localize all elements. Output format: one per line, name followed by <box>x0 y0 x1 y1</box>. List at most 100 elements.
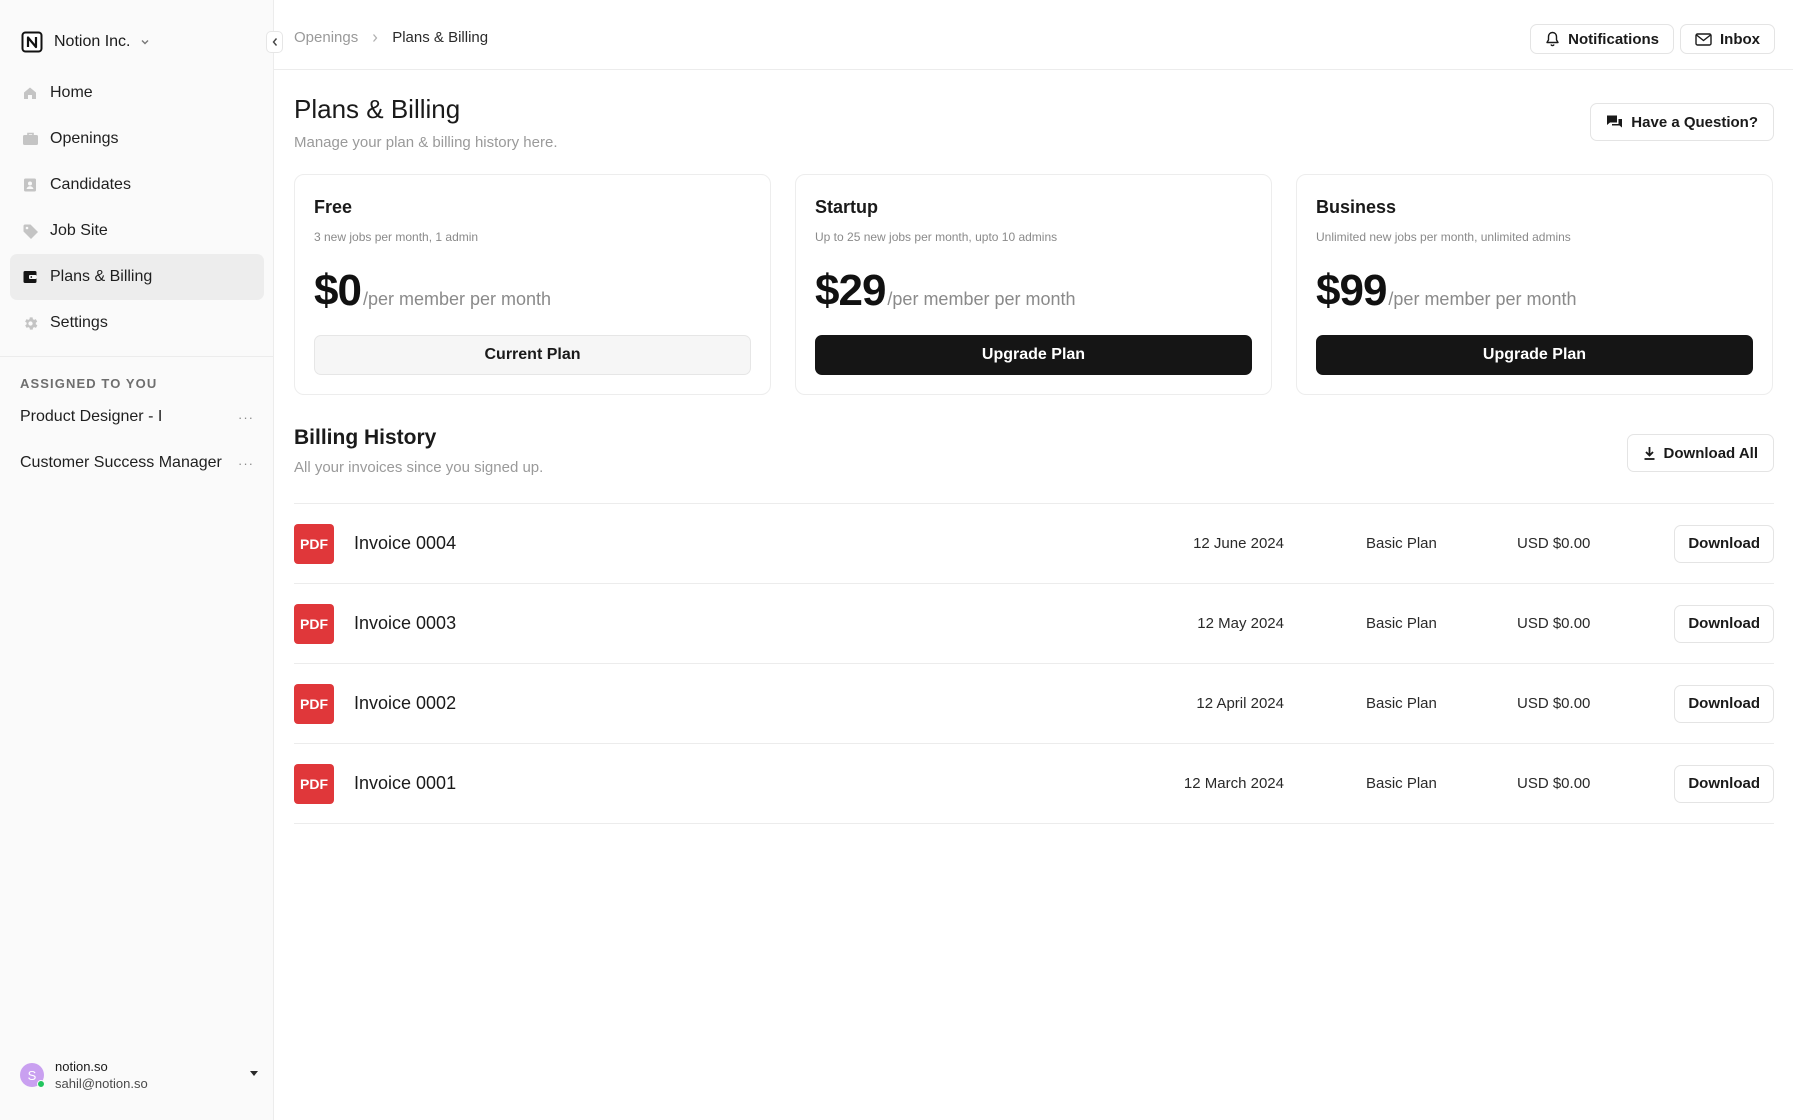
invoice-date: 12 March 2024 <box>1183 775 1284 792</box>
sidebar-item-label: Plans & Billing <box>50 268 153 285</box>
invoice-amount: USD $0.00 <box>1517 535 1591 552</box>
download-icon <box>1644 446 1655 460</box>
avatar: S <box>20 1063 45 1088</box>
plan-description: Up to 25 new jobs per month, upto 10 adm… <box>815 230 1058 244</box>
pdf-file-icon: PDF <box>294 523 334 564</box>
home-icon <box>21 84 39 102</box>
plans-section: Free 3 new jobs per month, 1 admin $0 /p… <box>294 174 1774 395</box>
assigned-item-customer-success[interactable]: Customer Success Manager ··· <box>10 440 264 486</box>
collapse-sidebar-button[interactable] <box>266 31 283 53</box>
plan-name: Business <box>1316 197 1397 217</box>
notion-logo-icon <box>21 31 43 53</box>
plan-description: 3 new jobs per month, 1 admin <box>314 230 479 244</box>
plan-price-unit: /per member per month <box>887 289 1076 309</box>
invoice-plan: Basic Plan <box>1366 695 1437 712</box>
table-row: PDF Invoice 0001 12 March 2024 Basic Pla… <box>294 744 1774 824</box>
inbox-label: Inbox <box>1720 30 1760 48</box>
page-title: Plans & Billing <box>294 94 461 124</box>
invoice-name: Invoice 0002 <box>354 693 457 713</box>
sidebar-item-openings[interactable]: Openings <box>10 116 264 162</box>
wallet-icon <box>21 268 39 286</box>
caret-down-icon[interactable] <box>248 1067 260 1079</box>
invoice-date: 12 June 2024 <box>1193 535 1284 552</box>
plan-price-unit: /per member per month <box>1388 289 1577 309</box>
invoice-name: Invoice 0003 <box>354 613 457 633</box>
invoice-list: PDF Invoice 0004 12 June 2024 Basic Plan… <box>294 503 1774 824</box>
assigned-section-title: ASSIGNED TO YOU <box>20 376 158 391</box>
plan-name: Startup <box>815 197 878 217</box>
invoice-amount: USD $0.00 <box>1517 695 1591 712</box>
invoice-plan: Basic Plan <box>1366 615 1437 632</box>
plan-name: Free <box>314 197 353 217</box>
sidebar-item-plans-billing[interactable]: Plans & Billing <box>10 254 264 300</box>
online-status-dot <box>37 1080 45 1088</box>
notifications-label: Notifications <box>1568 30 1659 48</box>
workspace-name: Notion Inc. <box>54 33 131 50</box>
topbar: Openings Plans & Billing Notifications I… <box>274 0 1793 70</box>
sidebar-item-settings[interactable]: Settings <box>10 300 264 346</box>
assigned-list: Product Designer - I ··· Customer Succes… <box>10 394 264 486</box>
page-subtitle: Manage your plan & billing history here. <box>294 134 558 151</box>
sidebar-item-candidates[interactable]: Candidates <box>10 162 264 208</box>
invoice-plan: Basic Plan <box>1366 775 1437 792</box>
user-profile[interactable]: S notion.so sahil@notion.so <box>20 1058 260 1092</box>
assigned-item-label: Customer Success Manager <box>20 454 222 471</box>
have-a-question-button[interactable]: Have a Question? <box>1590 103 1774 141</box>
sidebar: Notion Inc. Home Openings Candidates Job… <box>0 0 274 1120</box>
sidebar-item-job-site[interactable]: Job Site <box>10 208 264 254</box>
download-invoice-button[interactable]: Download <box>1674 684 1774 723</box>
upgrade-plan-button[interactable]: Upgrade Plan <box>1316 335 1753 375</box>
chevron-right-icon <box>373 33 378 42</box>
more-options-icon[interactable]: ··· <box>238 456 254 471</box>
user-email: sahil@notion.so <box>55 1076 148 1091</box>
sidebar-item-label: Openings <box>50 130 119 147</box>
download-invoice-button[interactable]: Download <box>1674 524 1774 563</box>
sidebar-divider <box>0 356 274 357</box>
workspace-switcher[interactable]: Notion Inc. <box>20 28 150 56</box>
plan-card-business: Business Unlimited new jobs per month, u… <box>1296 174 1773 395</box>
table-row: PDF Invoice 0004 12 June 2024 Basic Plan… <box>294 504 1774 584</box>
more-options-icon[interactable]: ··· <box>238 410 254 425</box>
plan-card-startup: Startup Up to 25 new jobs per month, upt… <box>795 174 1272 395</box>
breadcrumb-openings-link[interactable]: Openings <box>294 29 358 46</box>
briefcase-icon <box>21 130 39 148</box>
pdf-file-icon: PDF <box>294 683 334 724</box>
plan-price-row: $0 /per member per month <box>314 266 751 316</box>
chevron-down-icon <box>141 40 149 45</box>
sidebar-item-label: Settings <box>50 314 108 331</box>
assigned-item-product-designer[interactable]: Product Designer - I ··· <box>10 394 264 440</box>
download-all-label: Download All <box>1663 444 1758 462</box>
user-info: notion.so sahil@notion.so <box>55 1058 148 1092</box>
chevron-left-icon <box>272 38 277 46</box>
breadcrumb: Openings Plans & Billing <box>294 29 488 46</box>
bell-icon <box>1546 31 1559 47</box>
download-invoice-button[interactable]: Download <box>1674 604 1774 643</box>
plan-price-unit: /per member per month <box>362 289 552 309</box>
upgrade-plan-button[interactable]: Upgrade Plan <box>815 335 1252 375</box>
sidebar-item-label: Candidates <box>50 176 131 193</box>
invoice-date: 12 April 2024 <box>1196 695 1284 712</box>
invoice-name: Invoice 0001 <box>354 773 457 793</box>
invoice-name: Invoice 0004 <box>354 533 457 553</box>
table-row: PDF Invoice 0003 12 May 2024 Basic Plan … <box>294 584 1774 664</box>
plan-description: Unlimited new jobs per month, unlimited … <box>1316 230 1571 244</box>
plan-card-free: Free 3 new jobs per month, 1 admin $0 /p… <box>294 174 771 395</box>
plan-price-row: $29 /per member per month <box>815 266 1252 316</box>
chat-bubbles-icon <box>1607 115 1623 128</box>
inbox-button[interactable]: Inbox <box>1680 24 1775 54</box>
invoice-amount: USD $0.00 <box>1517 615 1591 632</box>
user-name: notion.so <box>55 1059 108 1074</box>
assigned-item-label: Product Designer - I <box>20 408 163 425</box>
current-plan-button[interactable]: Current Plan <box>314 335 751 375</box>
download-invoice-button[interactable]: Download <box>1674 764 1774 803</box>
sidebar-nav: Home Openings Candidates Job Site Plans … <box>10 70 264 346</box>
gear-icon <box>21 314 39 332</box>
sidebar-item-label: Job Site <box>50 222 108 239</box>
plan-price-row: $99 /per member per month <box>1316 266 1753 316</box>
top-actions: Notifications Inbox <box>1530 24 1775 54</box>
sidebar-item-home[interactable]: Home <box>10 70 264 116</box>
tag-icon <box>21 222 39 240</box>
billing-history-title: Billing History <box>294 426 437 449</box>
download-all-button[interactable]: Download All <box>1626 434 1774 472</box>
notifications-button[interactable]: Notifications <box>1530 24 1674 54</box>
